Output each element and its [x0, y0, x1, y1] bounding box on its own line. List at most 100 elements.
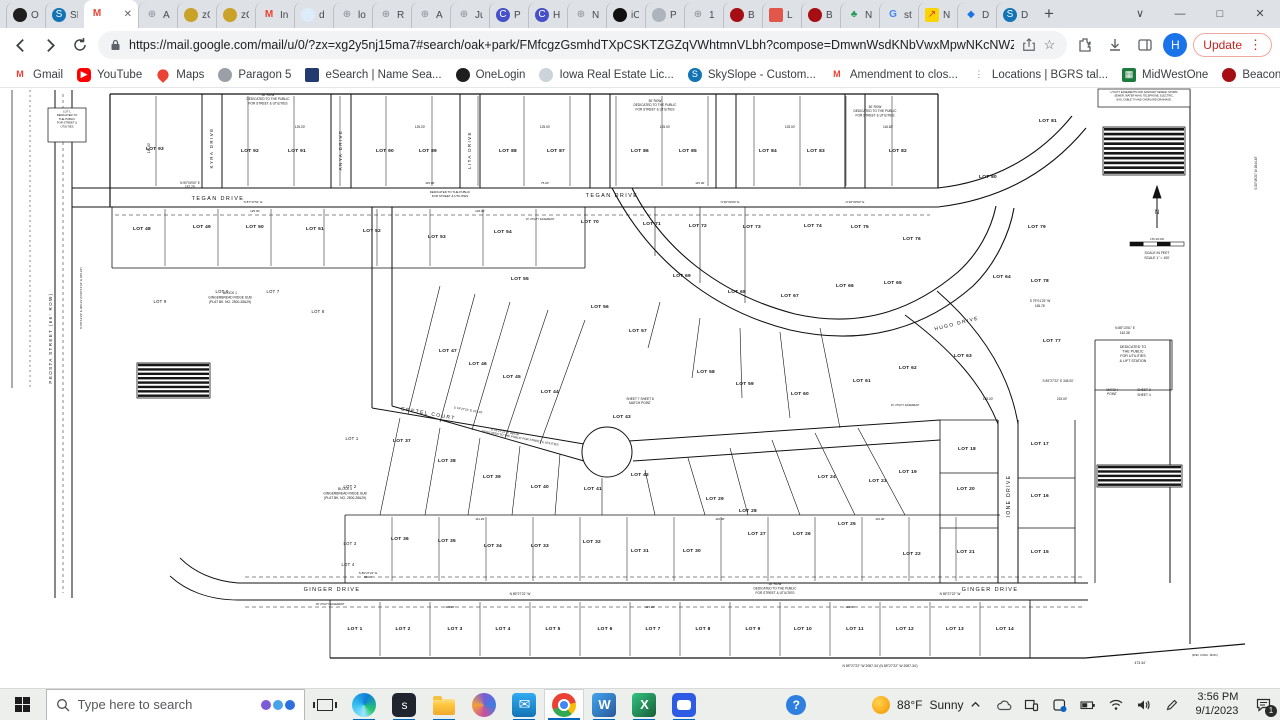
- taskbar-search[interactable]: Type here to search: [46, 689, 305, 720]
- profile-avatar[interactable]: H: [1163, 33, 1187, 57]
- search-placeholder: Type here to search: [78, 697, 253, 712]
- browser-tab[interactable]: ♣ N ✕: [840, 2, 879, 28]
- taskbar-app-video[interactable]: [664, 689, 704, 720]
- app-status-icon[interactable]: [1048, 689, 1072, 720]
- browser-tab[interactable]: C P ✕: [489, 2, 528, 28]
- forward-button[interactable]: [38, 33, 62, 57]
- browser-tab[interactable]: ◆ D ✕: [957, 2, 996, 28]
- lot-label: LOT 88: [499, 148, 517, 154]
- action-center-button[interactable]: 1: [1246, 689, 1280, 720]
- browser-tab[interactable]: ⊕ R ✕: [372, 2, 411, 28]
- bookmark-item[interactable]: Iowa Real Estate Lic...: [532, 66, 680, 84]
- maximize-button[interactable]: □: [1200, 0, 1240, 27]
- browser-tab[interactable]: ⊕ A ✕: [411, 2, 450, 28]
- tab-close-icon[interactable]: ✕: [124, 9, 132, 20]
- browser-tab[interactable]: S SI ✕: [45, 2, 84, 28]
- map-annotation: BLOCK 1: [223, 291, 237, 295]
- minimize-button[interactable]: —: [1160, 0, 1200, 27]
- browser-menu-icon[interactable]: ⋮: [1249, 37, 1262, 53]
- share-icon[interactable]: [1022, 38, 1036, 52]
- browser-tab[interactable]: zC ✕: [216, 2, 255, 28]
- browser-tab[interactable]: d ✕: [294, 2, 333, 28]
- lot-label: LOT 70: [581, 219, 599, 225]
- map-annotation: SHEET 4: [1137, 393, 1150, 397]
- new-tab-button[interactable]: +: [1035, 1, 1063, 27]
- wifi-icon[interactable]: [1104, 689, 1128, 720]
- bookmark-item[interactable]: Beacon: [1215, 66, 1280, 84]
- browser-tab[interactable]: B ✕: [723, 2, 762, 28]
- map-annotation: GINGERBREAD RIDGE SUB: [208, 295, 252, 299]
- browser-tab[interactable]: iC ✕: [606, 2, 645, 28]
- lot-label: LOT 91: [288, 148, 306, 154]
- help-cloud-button[interactable]: ?: [776, 689, 816, 720]
- reload-button[interactable]: [68, 33, 92, 57]
- browser-tab[interactable]: zC ✕: [177, 2, 216, 28]
- browser-tab[interactable]: P ✕: [645, 2, 684, 28]
- bookmark-item[interactable]: S SkySlope - Custom...: [681, 66, 823, 84]
- browser-tab[interactable]: B ✕: [801, 2, 840, 28]
- taskbar-clock[interactable]: 3:56 PM 9/1/2023: [1188, 691, 1247, 719]
- back-button[interactable]: [8, 33, 32, 57]
- bookmark-item[interactable]: OneLogin: [449, 66, 533, 84]
- taskbar-app-office-swirl[interactable]: [464, 689, 504, 720]
- tab-search-icon[interactable]: ∨: [1120, 0, 1160, 27]
- bookmark-item[interactable]: M Amendment to clos...: [823, 66, 965, 84]
- lot-label: LOT 35: [438, 538, 456, 544]
- taskbar-app-word[interactable]: W: [584, 689, 624, 720]
- browser-tab[interactable]: ⊕ lo ✕: [333, 2, 372, 28]
- bookmark-favicon: [218, 68, 232, 82]
- taskbar-app-edge[interactable]: [344, 689, 384, 720]
- bookmark-item[interactable]: eSearch | Name Sea...: [298, 66, 448, 84]
- battery-icon[interactable]: [1076, 689, 1100, 720]
- bookmark-item[interactable]: ▶ YouTube: [70, 66, 149, 84]
- browser-tab[interactable]: ⊕ N ✕: [567, 2, 606, 28]
- cul-de-sac: [582, 427, 632, 477]
- lock-icon: [110, 39, 121, 51]
- bookmark-item[interactable]: Maps: [149, 66, 211, 84]
- update-button[interactable]: Update ⋮: [1193, 33, 1272, 57]
- close-button[interactable]: ✕: [1240, 0, 1280, 27]
- side-panel-icon[interactable]: [1133, 33, 1157, 57]
- bookmark-item[interactable]: ▦ MidWestOne: [1115, 66, 1215, 84]
- browser-tab[interactable]: ⊕ 1 ✕: [684, 2, 723, 28]
- bookmark-item[interactable]: Paragon 5: [211, 66, 298, 84]
- onedrive-cloud-icon[interactable]: [992, 689, 1016, 720]
- plat-line: [380, 418, 400, 515]
- taskbar-app-explorer[interactable]: [424, 689, 464, 720]
- app-icon: s: [392, 693, 416, 717]
- street-label: TEGAN DRIVE: [192, 196, 245, 202]
- taskbar-app-chrome[interactable]: [544, 689, 584, 720]
- weather-widget[interactable]: 88°F Sunny: [872, 696, 964, 714]
- tab-favicon: ⊕: [457, 8, 471, 22]
- volume-icon[interactable]: [1132, 689, 1156, 720]
- extensions-icon[interactable]: [1073, 33, 1097, 57]
- browser-tab[interactable]: ↗ N ✕: [918, 2, 957, 28]
- pen-icon[interactable]: [1160, 689, 1184, 720]
- browser-tab[interactable]: O ✕: [6, 2, 45, 28]
- lot-label: LOT 13: [946, 626, 964, 632]
- phone-link-icon[interactable]: [1020, 689, 1044, 720]
- browser-tab[interactable]: S D ✕: [996, 2, 1035, 28]
- taskbar-app-excel[interactable]: X: [624, 689, 664, 720]
- browser-tab[interactable]: G st ✕: [879, 2, 918, 28]
- taskbar-app-mail[interactable]: ✉: [504, 689, 544, 720]
- bookmark-item[interactable]: ⋮ Locations | BGRS tal...: [965, 66, 1115, 84]
- browser-tab[interactable]: M ✕: [84, 0, 138, 28]
- search-highlight-flowers-icon[interactable]: [261, 700, 295, 710]
- bookmark-item[interactable]: M Gmail: [6, 66, 70, 84]
- browser-tab[interactable]: ⊕ Ju ✕: [450, 2, 489, 28]
- plat-line: [512, 446, 520, 515]
- browser-tab[interactable]: ⊕ A ✕: [138, 2, 177, 28]
- task-view-button[interactable]: [305, 689, 345, 720]
- bookmark-star-icon[interactable]: ☆: [1044, 37, 1056, 53]
- taskbar-app-dark-s[interactable]: s: [384, 689, 424, 720]
- address-bar[interactable]: https://mail.google.com/mail/u/0/?zx=xg2…: [98, 31, 1067, 59]
- browser-tab[interactable]: L ✕: [762, 2, 801, 28]
- downloads-icon[interactable]: [1103, 33, 1127, 57]
- browser-tab[interactable]: M In ✕: [255, 2, 294, 28]
- browser-tab[interactable]: C H ✕: [528, 2, 567, 28]
- hidden-icons-chevron-icon[interactable]: [964, 689, 988, 720]
- map-annotation: FOR STREET & UTILITIES: [756, 591, 795, 595]
- start-button[interactable]: [0, 689, 46, 720]
- map-annotation: SHEET 3: [1137, 388, 1150, 392]
